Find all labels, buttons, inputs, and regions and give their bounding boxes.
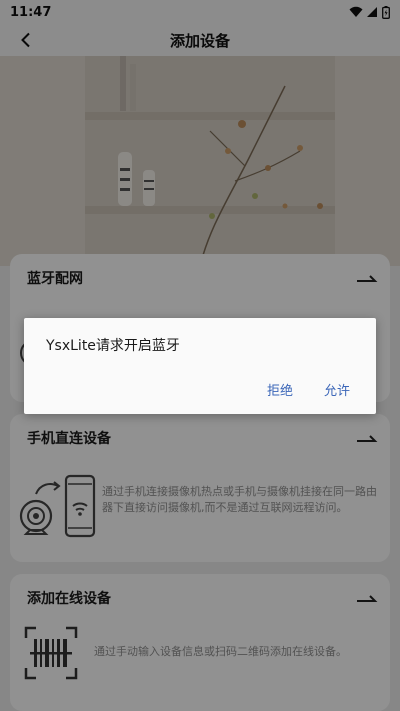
- deny-button[interactable]: 拒绝: [261, 376, 299, 403]
- allow-button[interactable]: 允许: [318, 376, 356, 403]
- app-screen: 11:47 添加设备 蓝牙配网 手机直连设备 通过手机连接摄像机热点或手机与摄像…: [0, 0, 400, 711]
- dialog-message: YsxLite请求开启蓝牙: [46, 338, 180, 354]
- bluetooth-permission-dialog: YsxLite请求开启蓝牙 拒绝 允许: [24, 318, 376, 414]
